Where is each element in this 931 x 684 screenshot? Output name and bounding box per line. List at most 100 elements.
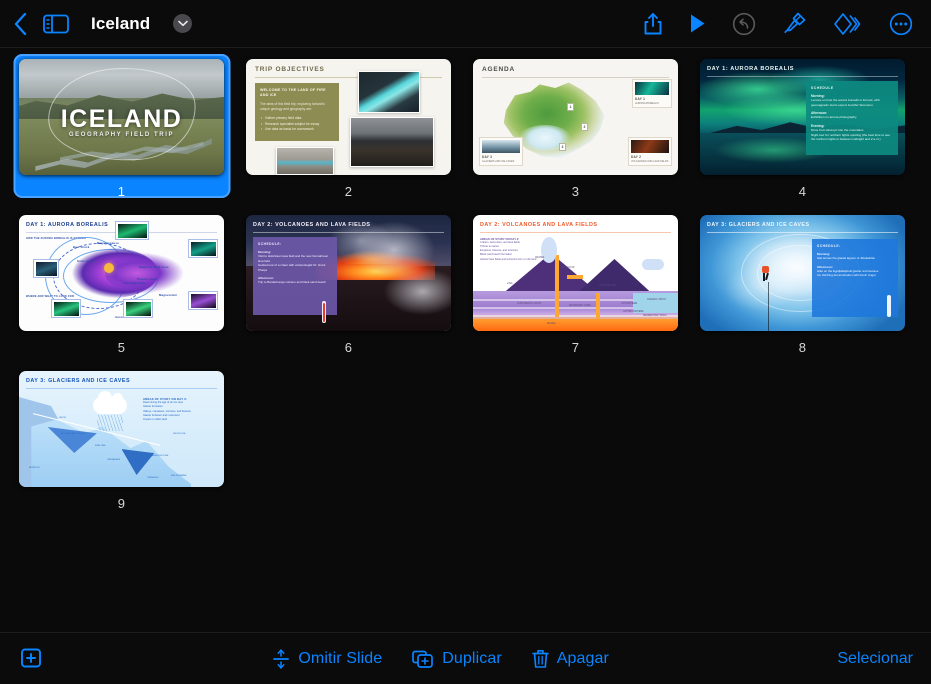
slide-cell-7[interactable]: DAY 2: VOLCANOES AND LAVA FIELDS AREAS O…	[462, 210, 689, 366]
slide-thumbnail-1[interactable]: ICELAND GEOGRAPHY FIELD TRIP	[19, 59, 224, 175]
slide-8-item: Sail across the glacial lagoon of Jökuls…	[817, 256, 876, 260]
slide-cell-2[interactable]: TRIP OBJECTIVES WELCOME TO THE LAND OF F…	[235, 54, 462, 210]
slide-7-label: CONTINENTAL CRUST	[517, 303, 542, 305]
skip-slide-button[interactable]: Omitir Slide	[272, 648, 382, 670]
slide-cell-4[interactable]: DAY 1: AURORA BOREALIS SCHEDULE Morning:…	[689, 54, 916, 210]
delete-button[interactable]: Apagar	[531, 648, 609, 669]
slide-7-label: MAGMA	[547, 323, 556, 325]
slide-7-label: ASTHENOSPHERE	[623, 311, 644, 313]
slide-cell-5[interactable]: DAY 1: AURORA BOREALIS HOW THE AURORA BO…	[8, 210, 235, 366]
slide-2-body-text: The aims of this field trip: exploring I…	[260, 102, 325, 112]
slide-4-schedule-box: SCHEDULE Morning: Lecture on how the aur…	[806, 81, 898, 155]
delete-label: Apagar	[556, 649, 609, 667]
slide-2-bullet: Use data as basis for coursework	[261, 127, 334, 133]
slide-5-label: Bow shock	[73, 245, 90, 249]
slide-7-label: VOLCANIC ASH	[599, 285, 616, 287]
slide-thumbnail-9[interactable]: DAY 3: GLACIERS AND ICE CAVES AREAS OF S…	[19, 371, 224, 487]
slide-5-label: Magnetopause	[97, 241, 119, 245]
slide-number-2: 2	[344, 184, 353, 199]
ellipsis-circle-icon[interactable]	[889, 12, 913, 36]
slide-cell-3[interactable]: AGENDA 1 2 3 DAY 1 AURORA BOREALIS DAY 2…	[462, 54, 689, 210]
keynote-slide-navigator: Iceland ICELAND GEOGRAPHY FIELD TRIP 1 T…	[0, 0, 931, 684]
slide-9-label: ABLATION ZONE	[151, 455, 169, 457]
slide-7-title: DAY 2: VOLCANOES AND LAVA FIELDS	[480, 222, 598, 228]
slide-9-label: SNOW LINE	[173, 433, 186, 435]
slide-6-title: DAY 2: VOLCANOES AND LAVA FIELDS	[253, 222, 371, 228]
slide-8-title: DAY 3: GLACIERS AND ICE CAVES	[707, 222, 810, 228]
share-up-arrow-icon[interactable]	[643, 12, 663, 36]
skip-slide-icon	[272, 648, 290, 670]
undo-arrow-icon[interactable]	[732, 12, 756, 36]
slide-6-item: Trip to Bardarbunga volcano and black sa…	[258, 280, 326, 284]
slide-5-label: Van Allen belts	[123, 281, 146, 285]
bottom-toolbar: Omitir Slide Duplicar Apagar Selecionar	[0, 632, 931, 684]
top-toolbar: Iceland	[0, 0, 931, 48]
slide-7-label: OCEANIC CRUST	[647, 299, 667, 301]
slide-4-title: DAY 1: AURORA BOREALIS	[707, 66, 795, 72]
duplicate-button[interactable]: Duplicar	[412, 649, 502, 669]
slide-5-photo-card	[33, 259, 59, 278]
back-chevron-icon[interactable]	[14, 12, 27, 35]
slide-5-title: DAY 1: AURORA BOREALIS	[26, 222, 109, 228]
paintbrush-icon[interactable]	[782, 11, 807, 36]
slide-9-label: ACCUMULATION ZONE	[61, 433, 86, 435]
slide-cell-6[interactable]: DAY 2: VOLCANOES AND LAVA FIELDS SCHEDUL…	[235, 210, 462, 366]
slide-thumbnail-5[interactable]: DAY 1: AURORA BOREALIS HOW THE AURORA BO…	[19, 215, 224, 331]
slide-number-4: 4	[798, 184, 807, 199]
page-title: Iceland	[91, 13, 151, 33]
slide-thumbnail-8[interactable]: DAY 3: GLACIERS AND ICE CAVES SCHEDULE: …	[700, 215, 905, 331]
slide-thumbnail-7[interactable]: DAY 2: VOLCANOES AND LAVA FIELDS AREAS O…	[473, 215, 678, 331]
skip-slide-label: Omitir Slide	[298, 649, 383, 667]
slide-3-card-sub: VOLCANOES AND LAVA FIELDS	[631, 159, 669, 163]
slide-9-bullet: Impact on wider land	[143, 418, 167, 422]
slide-cell-9[interactable]: DAY 3: GLACIERS AND ICE CAVES AREAS OF S…	[8, 366, 235, 522]
chevron-down-icon[interactable]	[173, 14, 193, 33]
trash-icon	[531, 648, 549, 669]
slide-5-label: Magnetic field lines	[139, 265, 169, 269]
slide-thumbnail-3[interactable]: AGENDA 1 2 3 DAY 1 AURORA BOREALIS DAY 2…	[473, 59, 678, 175]
slide-navigator-canvas[interactable]: ICELAND GEOGRAPHY FIELD TRIP 1 TRIP OBJE…	[0, 48, 931, 632]
slide-3-card-label: DAY 3	[482, 154, 493, 159]
slide-5-photo-card	[123, 299, 153, 318]
select-button[interactable]: Selecionar	[837, 650, 913, 668]
slide-5-photo-card	[51, 299, 81, 318]
slide-cell-8[interactable]: DAY 3: GLACIERS AND ICE CAVES SCHEDULE: …	[689, 210, 916, 366]
slide-thumbnail-4[interactable]: DAY 1: AURORA BOREALIS SCHEDULE Morning:…	[700, 59, 905, 175]
slide-7-label: SEDIMENTARY ROCK	[643, 315, 667, 317]
play-triangle-icon[interactable]	[689, 13, 706, 34]
slide-6-item: Guided tour of a crater with volcanologi…	[258, 263, 326, 272]
slide-9-label: TERMINUS	[147, 477, 159, 479]
slide-cell-1[interactable]: ICELAND GEOGRAPHY FIELD TRIP 1	[8, 54, 235, 210]
slide-5-label: Magnetotail	[159, 293, 177, 297]
slide-9-label: FIRN LINE	[95, 445, 106, 447]
slide-3-title: AGENDA	[482, 66, 515, 73]
slide-5-label: Solar wind	[77, 259, 94, 263]
slide-number-3: 3	[571, 184, 580, 199]
slide-7-label: ASH CLOUD	[561, 267, 575, 269]
slide-1-title: ICELAND	[60, 105, 183, 134]
slide-3-card-sub: AURORA BOREALIS	[635, 101, 659, 105]
slide-8-thermometer-icon	[887, 295, 891, 317]
slide-9-label: END MORAINE	[171, 475, 187, 477]
slide-2-text-box: WELCOME TO THE LAND OF FIRE AND ICE The …	[255, 83, 339, 141]
slide-9-label: SNOW	[59, 417, 66, 419]
add-slide-icon[interactable]	[18, 648, 44, 670]
slide-9-label: CREVASSES	[107, 459, 121, 461]
slide-4-schedule-heading: SCHEDULE	[811, 86, 834, 90]
slide-number-1: 1	[117, 184, 126, 199]
slide-6-schedule-heading: SCHEDULE:	[258, 242, 282, 246]
slide-3-card-sub: GLACIERS AND ICE CAVES	[482, 159, 515, 163]
double-diamond-icon[interactable]	[833, 12, 863, 36]
slide-1-subtitle: GEOGRAPHY FIELD TRIP	[68, 132, 175, 139]
sidebar-toggle-icon[interactable]	[43, 14, 69, 34]
slide-3-pin: 3	[559, 143, 566, 151]
slide-number-5: 5	[117, 340, 126, 355]
duplicate-icon	[412, 649, 434, 669]
slide-2-photo-lagoon	[358, 71, 420, 113]
slide-4-item: Night tour for northern lights spotting …	[811, 132, 890, 142]
slide-9-bullet-box: AREAS OF STUDY ON DAY 3: Determining the…	[143, 397, 217, 422]
slide-3-pin: 1	[567, 103, 574, 111]
slide-thumbnail-6[interactable]: DAY 2: VOLCANOES AND LAVA FIELDS SCHEDUL…	[246, 215, 451, 331]
slide-8-schedule-heading: SCHEDULE:	[817, 244, 841, 248]
slide-thumbnail-2[interactable]: TRIP OBJECTIVES WELCOME TO THE LAND OF F…	[246, 59, 451, 175]
